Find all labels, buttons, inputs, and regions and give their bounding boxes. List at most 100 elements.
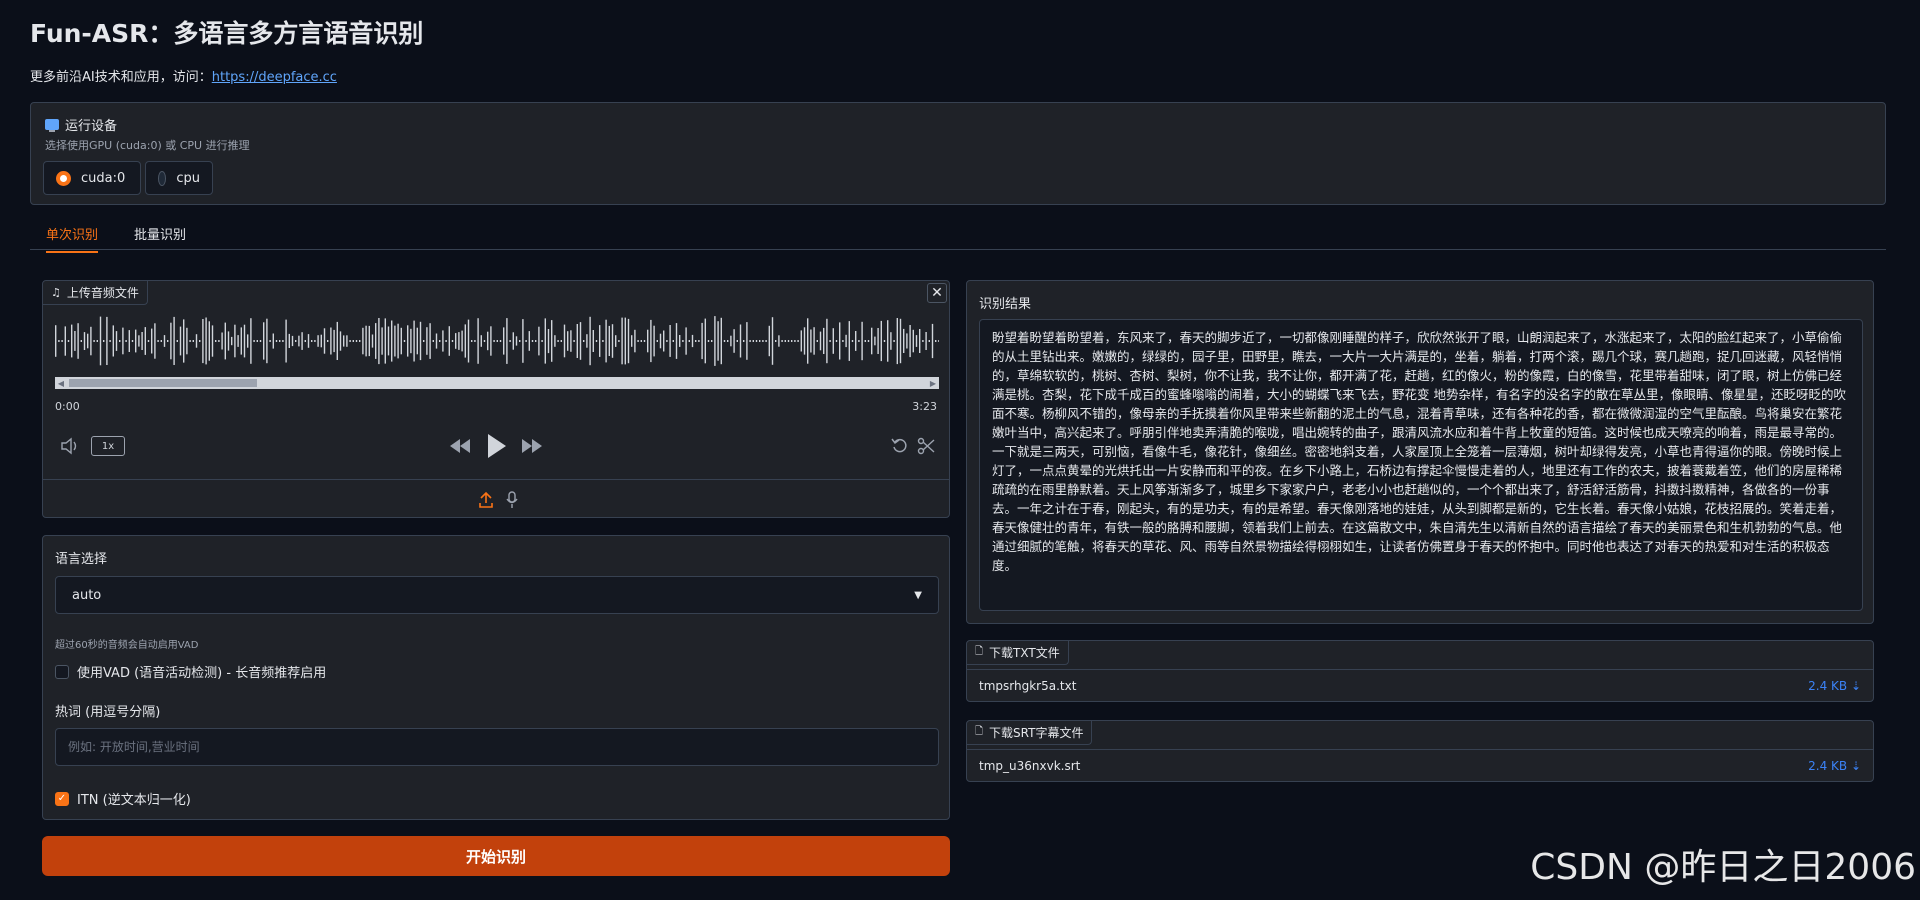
txt-filename[interactable]: tmpsrhgkr5a.txt: [979, 679, 1076, 693]
waveform-bar: [336, 321, 338, 360]
radio-unchecked-icon: [158, 170, 167, 186]
waveform-bar: [474, 340, 476, 342]
waveform-bar: [96, 340, 98, 342]
waveform-bar: [835, 340, 838, 342]
waveform-bar: [762, 340, 764, 342]
waveform-bar: [160, 340, 162, 342]
scrollbar-thumb[interactable]: [69, 379, 257, 387]
waveform-bar: [800, 330, 802, 352]
waveform-bar: [775, 340, 777, 342]
waveform-bar: [176, 340, 178, 342]
waveform-bar: [151, 328, 153, 354]
waveform-bar: [557, 340, 559, 342]
volume-icon[interactable]: [59, 435, 81, 457]
waveform-bar: [871, 327, 873, 355]
waveform-bar: [320, 334, 322, 348]
waveform-bar: [512, 332, 514, 350]
playback-speed-button[interactable]: 1x: [91, 436, 125, 456]
language-value: auto: [72, 587, 102, 603]
fast-forward-icon[interactable]: [519, 436, 545, 456]
language-select[interactable]: auto ▼: [55, 576, 939, 614]
waveform-bar: [938, 340, 939, 342]
waveform-bar: [803, 327, 806, 355]
time-start: 0:00: [55, 400, 80, 413]
rewind-icon[interactable]: [447, 436, 473, 456]
waveform-bar: [247, 334, 249, 348]
scissors-icon[interactable]: [915, 436, 937, 456]
start-recognition-button[interactable]: 开始识别: [42, 836, 950, 876]
download-srt-row[interactable]: tmp_u36nxvk.srt 2.4 KB ⇣: [967, 749, 1873, 781]
waveform-bar: [221, 332, 223, 350]
srt-filesize[interactable]: 2.4 KB ⇣: [1808, 759, 1861, 773]
waveform-bar: [627, 318, 630, 364]
waveform-bar: [615, 335, 617, 347]
download-srt-label: 🗋 下载SRT字幕文件: [967, 721, 1093, 745]
waveform-bar: [448, 326, 450, 356]
waveform-bar: [55, 325, 57, 357]
waveform-bar: [355, 340, 358, 342]
waveform-bar: [154, 323, 156, 359]
waveform-bar: [115, 331, 118, 351]
waveform-bar: [413, 320, 415, 362]
waveform-bar: [416, 327, 418, 355]
waveform-bar: [544, 318, 546, 364]
close-icon[interactable]: ✕: [927, 283, 947, 303]
waveform-bar: [61, 340, 63, 342]
srt-filename[interactable]: tmp_u36nxvk.srt: [979, 759, 1080, 773]
waveform[interactable]: [55, 315, 939, 367]
waveform-bar: [515, 336, 518, 346]
result-panel: 识别结果 盼望着盼望着盼望着，东风来了，春天的脚步近了，一切都像刚睡醒的样子，欣…: [966, 280, 1874, 624]
waveform-bar: [842, 340, 844, 342]
waveform-bar: [487, 331, 489, 351]
hotwords-input[interactable]: [55, 728, 939, 766]
tab-single[interactable]: 单次识别: [46, 224, 99, 253]
waveform-bar: [83, 332, 86, 350]
check-icon[interactable]: ✓: [55, 791, 69, 806]
waveform-scrollbar[interactable]: ◀ ▶: [55, 377, 939, 389]
device-option-cpu[interactable]: cpu: [145, 161, 213, 195]
waveform-bar: [64, 326, 66, 356]
waveform-bar: [535, 340, 537, 342]
waveform-bar: [637, 340, 639, 342]
scroll-left-icon[interactable]: ◀: [55, 377, 67, 389]
waveform-bar: [679, 335, 681, 347]
play-icon[interactable]: [483, 432, 509, 460]
waveform-bar: [80, 340, 82, 342]
deepface-link[interactable]: https://deepface.cc: [212, 70, 337, 85]
waveform-bar: [419, 321, 422, 361]
microphone-icon[interactable]: [503, 490, 521, 510]
waveform-bar: [480, 335, 482, 347]
reset-icon[interactable]: [889, 436, 911, 456]
waveform-bar: [87, 333, 89, 349]
upload-icon[interactable]: [477, 490, 495, 510]
waveform-bar: [90, 326, 92, 356]
vad-checkbox-row[interactable]: 使用VAD (语音活动检测) - 长音频推荐启用: [55, 662, 326, 681]
result-textbox[interactable]: 盼望着盼望着盼望着，东风来了，春天的脚步近了，一切都像刚睡醒的样子，欣欣然张开了…: [979, 319, 1863, 611]
waveform-bar: [458, 332, 460, 350]
waveform-bar: [368, 325, 370, 357]
waveform-bar: [675, 323, 678, 359]
device-info: 选择使用GPU (cuda:0) 或 CPU 进行推理: [45, 139, 250, 152]
waveform-bar: [931, 323, 934, 359]
waveform-bar: [688, 340, 690, 342]
itn-checkbox-row[interactable]: ✓ ITN (逆文本归一化): [55, 789, 191, 808]
waveform-bar: [880, 320, 882, 362]
waveform-bar: [403, 340, 406, 342]
waveform-bar: [131, 340, 134, 342]
waveform-bar: [858, 340, 860, 342]
waveform-bar: [307, 334, 310, 348]
waveform-bar: [672, 340, 674, 342]
waveform-bar: [826, 318, 828, 364]
waveform-bar: [426, 327, 428, 355]
device-option-label: cpu: [176, 170, 200, 186]
scroll-right-icon[interactable]: ▶: [927, 377, 939, 389]
tab-batch[interactable]: 批量识别: [134, 224, 186, 251]
waveform-bar: [464, 324, 466, 358]
waveform-bar: [919, 329, 921, 353]
download-txt-row[interactable]: tmpsrhgkr5a.txt 2.4 KB ⇣: [967, 669, 1873, 701]
waveform-bar: [784, 340, 786, 342]
waveform-bar: [157, 340, 159, 342]
device-option-cuda[interactable]: cuda:0: [43, 161, 141, 195]
txt-filesize[interactable]: 2.4 KB ⇣: [1808, 679, 1861, 693]
vad-checkbox[interactable]: [55, 664, 69, 679]
